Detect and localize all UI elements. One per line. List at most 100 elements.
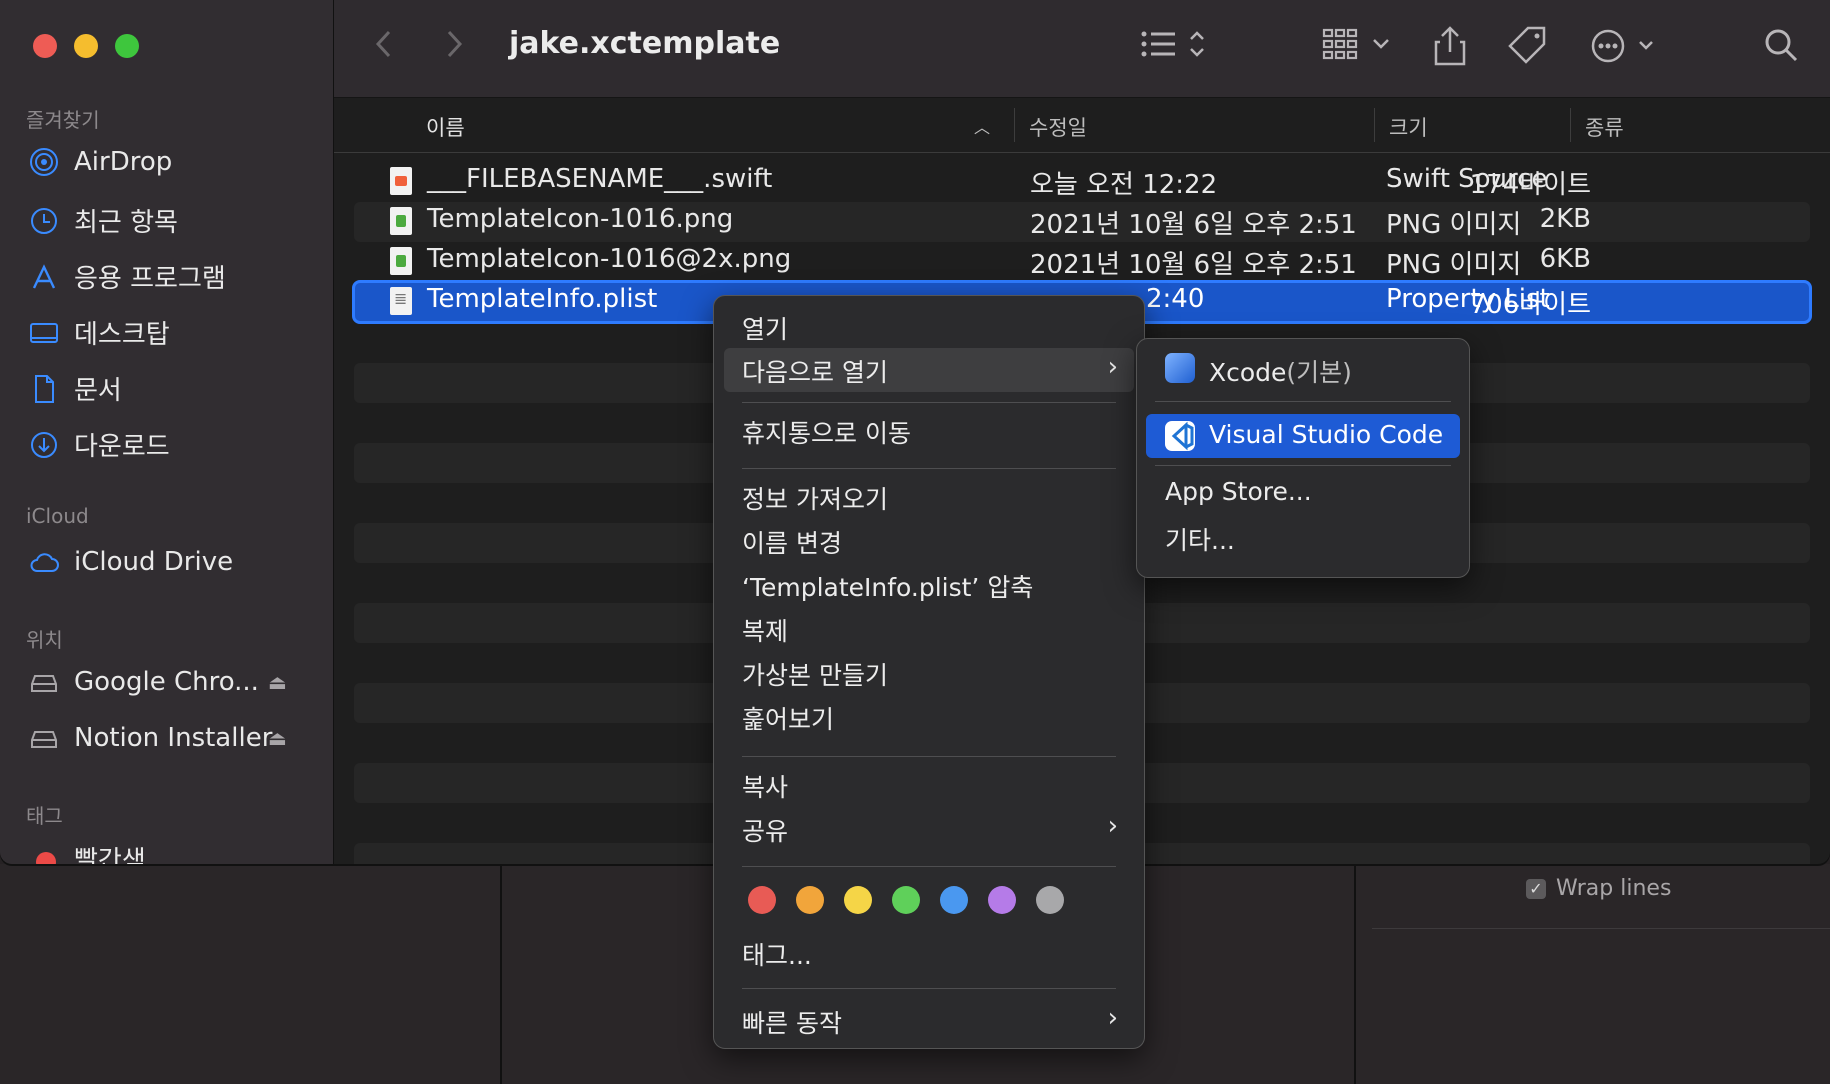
sidebar-item-label: 문서	[74, 376, 122, 406]
column-headers: 이름 ︿ 수정일 크기 종류	[334, 98, 1830, 153]
forward-icon[interactable]	[444, 24, 464, 64]
png-file-icon	[390, 207, 412, 235]
minimize-window-button[interactable]	[74, 34, 98, 58]
sidebar-item-label: 다운로드	[74, 432, 170, 462]
sidebar-item-airdrop[interactable]: AirDrop	[28, 146, 172, 178]
close-window-button[interactable]	[33, 34, 57, 58]
submenu-item-vscode[interactable]: Visual Studio Code	[1209, 420, 1443, 449]
file-modified: 2:40	[1146, 284, 1205, 314]
menu-item-copy[interactable]: 복사	[742, 768, 788, 804]
menu-item-tags[interactable]: 태그...	[742, 936, 812, 972]
menu-item-move-to-trash[interactable]: 휴지통으로 이동	[742, 414, 911, 450]
toolbar: jake.xctemplate	[334, 0, 1830, 98]
menu-item-make-alias[interactable]: 가상본 만들기	[742, 656, 888, 692]
column-size-header[interactable]: 크기	[1389, 112, 1428, 142]
file-name: ___FILEBASENAME___.swift	[427, 164, 773, 194]
file-row[interactable]: TemplateIcon-1016.png 2021년 10월 6일 오후 2:…	[354, 202, 1810, 242]
menu-item-duplicate[interactable]: 복제	[742, 612, 788, 648]
tags-header: 태그	[26, 804, 63, 828]
eject-icon[interactable]: ⏏	[268, 670, 287, 694]
sidebar-item-label: 빨간색	[74, 846, 146, 864]
sidebar-item-applications[interactable]: 응용 프로그램	[28, 258, 226, 295]
back-icon[interactable]	[374, 24, 394, 64]
wrap-lines-option[interactable]: ✓ Wrap lines	[1526, 876, 1671, 901]
group-view-icon[interactable]	[1322, 24, 1402, 64]
chevron-right-icon: ›	[1107, 1003, 1118, 1033]
column-separator[interactable]	[1374, 108, 1375, 142]
sidebar-item-google-chrome[interactable]: Google Chro...	[28, 666, 259, 698]
menu-item-open[interactable]: 열기	[742, 310, 788, 346]
menu-separator	[742, 988, 1116, 989]
more-actions-icon[interactable]	[1590, 24, 1670, 68]
checkbox-checked-icon[interactable]: ✓	[1526, 878, 1546, 899]
menu-item-compress[interactable]: ‘TemplateInfo.plist’ 압축	[742, 568, 1033, 604]
menu-separator	[742, 756, 1116, 757]
file-row[interactable]: TemplateIcon-1016@2x.png 2021년 10월 6일 오후…	[354, 242, 1810, 282]
xcode-label: Xcode	[1209, 358, 1287, 387]
airdrop-icon	[30, 148, 58, 176]
background-rule	[1372, 928, 1830, 929]
file-name: TemplateInfo.plist	[427, 284, 658, 314]
tag-color-orange[interactable]	[796, 886, 824, 914]
file-row[interactable]: ___FILEBASENAME___.swift 오늘 오전 12:22 174…	[354, 162, 1810, 202]
column-modified-header[interactable]: 수정일	[1029, 112, 1087, 142]
sidebar-item-label: 응용 프로그램	[74, 264, 226, 294]
tag-color-purple[interactable]	[988, 886, 1016, 914]
sidebar-item-notion-installer[interactable]: Notion Installer	[28, 722, 272, 754]
chevron-right-icon: ›	[1107, 352, 1118, 382]
sidebar-item-documents[interactable]: 문서	[28, 370, 122, 407]
red-tag-dot-icon	[36, 852, 56, 864]
submenu-item-other[interactable]: 기타...	[1165, 521, 1235, 557]
submenu-item-app-store[interactable]: App Store...	[1165, 477, 1312, 506]
tag-icon[interactable]	[1506, 24, 1550, 68]
desktop-icon	[30, 322, 58, 343]
column-kind-header[interactable]: 종류	[1585, 112, 1624, 142]
tag-color-gray[interactable]	[1036, 886, 1064, 914]
tag-color-yellow[interactable]	[844, 886, 872, 914]
column-name-header[interactable]: 이름	[426, 112, 465, 142]
search-icon[interactable]	[1762, 24, 1802, 68]
tag-color-red[interactable]	[748, 886, 776, 914]
vscode-app-icon	[1165, 421, 1195, 451]
icloud-header: iCloud	[26, 504, 89, 528]
favorites-header: 즐겨찾기	[26, 108, 100, 132]
eject-icon[interactable]: ⏏	[268, 726, 287, 750]
file-kind: PNG 이미지	[1386, 250, 1522, 280]
png-file-icon	[390, 247, 412, 275]
background-divider	[1354, 864, 1356, 1084]
menu-item-quick-actions[interactable]: 빠른 동작	[742, 1004, 842, 1040]
column-separator[interactable]	[1570, 108, 1571, 142]
menu-separator	[1155, 465, 1451, 466]
locations-header: 위치	[26, 628, 63, 652]
applications-icon	[32, 263, 56, 289]
share-icon[interactable]	[1432, 24, 1468, 68]
sidebar-item-recents[interactable]: 최근 항목	[28, 202, 178, 239]
menu-item-share[interactable]: 공유	[742, 812, 788, 848]
file-name: TemplateIcon-1016@2x.png	[427, 244, 792, 274]
sort-ascending-icon: ︿	[974, 118, 991, 137]
column-separator[interactable]	[1014, 108, 1015, 142]
menu-item-open-with[interactable]: 다음으로 열기	[742, 353, 888, 389]
menu-item-get-info[interactable]: 정보 가져오기	[742, 480, 888, 516]
tag-color-blue[interactable]	[940, 886, 968, 914]
menu-item-quick-look[interactable]: 훑어보기	[742, 700, 834, 736]
menu-separator	[742, 402, 1116, 403]
submenu-item-xcode[interactable]: Xcode(기본)	[1209, 353, 1352, 389]
file-size: 2KB	[1539, 204, 1591, 234]
sidebar-item-label: Notion Installer	[74, 723, 273, 753]
document-icon	[35, 374, 54, 403]
menu-item-rename[interactable]: 이름 변경	[742, 524, 842, 560]
menu-separator	[1155, 401, 1451, 402]
open-with-submenu: Xcode(기본) Visual Studio Code App Store..…	[1136, 338, 1470, 578]
tag-color-green[interactable]	[892, 886, 920, 914]
wrap-lines-label: Wrap lines	[1556, 876, 1672, 901]
sidebar-item-label: 데스크탑	[74, 320, 170, 350]
zoom-window-button[interactable]	[115, 34, 139, 58]
sidebar-item-desktop[interactable]: 데스크탑	[28, 314, 170, 351]
sidebar-item-downloads[interactable]: 다운로드	[28, 426, 170, 463]
menu-separator	[742, 866, 1116, 867]
sidebar-item-tag-red[interactable]: 빨간색	[74, 840, 146, 864]
list-view-icon[interactable]	[1140, 24, 1206, 64]
sidebar: 즐겨찾기 AirDrop 최근 항목 응용 프로그램 데스크탑 문서 다운로드 …	[0, 0, 334, 864]
sidebar-item-icloud-drive[interactable]: iCloud Drive	[28, 546, 233, 578]
